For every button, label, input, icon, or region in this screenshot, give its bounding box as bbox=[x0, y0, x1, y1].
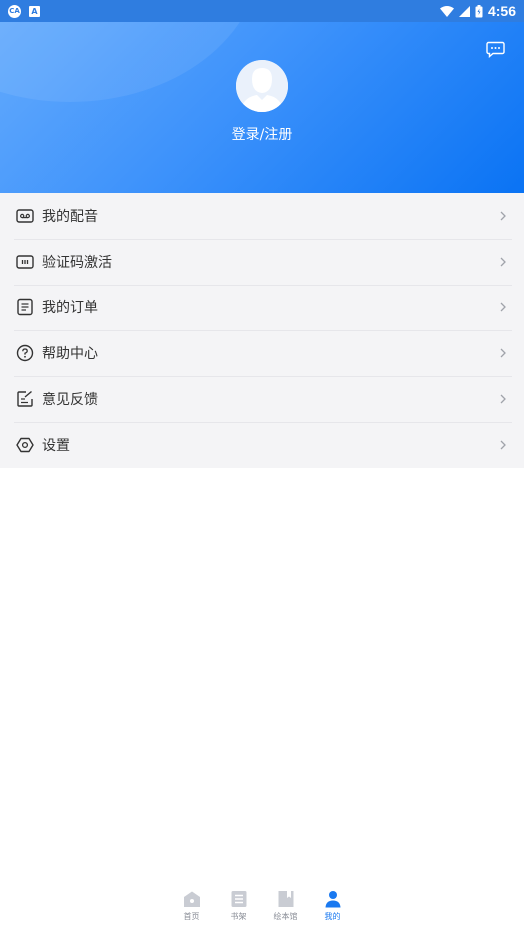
menu-item-my-dubbing[interactable]: 我的配音 bbox=[0, 193, 524, 239]
signal-icon bbox=[458, 5, 470, 17]
tab-home[interactable]: 首页 bbox=[168, 886, 215, 930]
menu-item-feedback[interactable]: 意见反馈 bbox=[0, 376, 524, 422]
tab-mine[interactable]: 我的 bbox=[309, 886, 356, 930]
menu-item-label: 验证码激活 bbox=[42, 254, 112, 271]
help-icon bbox=[16, 344, 34, 362]
voicemail-icon bbox=[16, 207, 34, 225]
menu-item-settings[interactable]: 设置 bbox=[0, 421, 524, 468]
login-register-link[interactable]: 登录/注册 bbox=[0, 124, 524, 144]
menu-item-label: 意见反馈 bbox=[42, 392, 98, 409]
chevron-right-icon bbox=[500, 348, 506, 358]
message-icon bbox=[486, 41, 505, 59]
tab-picture-book[interactable]: 绘本馆 bbox=[262, 886, 309, 930]
picture-book-icon bbox=[277, 890, 295, 908]
status-time: 4:56 bbox=[487, 3, 516, 19]
tab-label: 首页 bbox=[183, 912, 200, 921]
notification-a-icon: A bbox=[29, 5, 40, 17]
avatar[interactable] bbox=[236, 60, 288, 112]
home-icon bbox=[183, 890, 201, 908]
settings-icon bbox=[16, 436, 34, 454]
message-button[interactable] bbox=[486, 41, 505, 59]
chevron-right-icon bbox=[500, 394, 506, 404]
header-decoration bbox=[0, 22, 260, 102]
code-card-icon bbox=[16, 253, 34, 271]
chevron-right-icon bbox=[500, 440, 506, 450]
tab-bookshelf[interactable]: 书架 bbox=[215, 886, 262, 930]
chevron-right-icon bbox=[500, 257, 506, 267]
tab-label: 绘本馆 bbox=[273, 912, 298, 921]
profile-page: CA A 4:56 登录/注册 我的配音 验证码激活 我的订单 帮助中心 意见反… bbox=[0, 0, 524, 930]
battery-icon bbox=[475, 4, 483, 17]
app-notification-icon: CA bbox=[8, 4, 21, 18]
chevron-right-icon bbox=[500, 303, 506, 312]
menu-item-label: 设置 bbox=[42, 437, 70, 454]
default-avatar-icon bbox=[236, 60, 288, 112]
menu-item-my-orders[interactable]: 我的订单 bbox=[0, 284, 524, 331]
menu-item-label: 我的配音 bbox=[42, 208, 98, 225]
menu-item-label: 帮助中心 bbox=[42, 346, 98, 363]
tab-label: 书架 bbox=[230, 912, 247, 921]
feedback-icon bbox=[16, 390, 34, 408]
menu-item-help-center[interactable]: 帮助中心 bbox=[0, 330, 524, 376]
bottom-tab-bar: 首页 书架 绘本馆 我的 bbox=[0, 886, 524, 930]
bookshelf-icon bbox=[230, 890, 248, 908]
menu-list: 我的配音 验证码激活 我的订单 帮助中心 意见反馈 设置 bbox=[0, 193, 524, 468]
wifi-icon bbox=[439, 5, 454, 17]
profile-icon bbox=[324, 890, 342, 908]
status-bar: CA A 4:56 bbox=[0, 0, 524, 22]
profile-header: 登录/注册 bbox=[0, 22, 524, 193]
menu-item-label: 我的订单 bbox=[42, 300, 98, 317]
order-list-icon bbox=[16, 298, 34, 316]
chevron-right-icon bbox=[500, 211, 506, 221]
menu-item-code-activation[interactable]: 验证码激活 bbox=[0, 238, 524, 285]
tab-label: 我的 bbox=[324, 912, 341, 921]
